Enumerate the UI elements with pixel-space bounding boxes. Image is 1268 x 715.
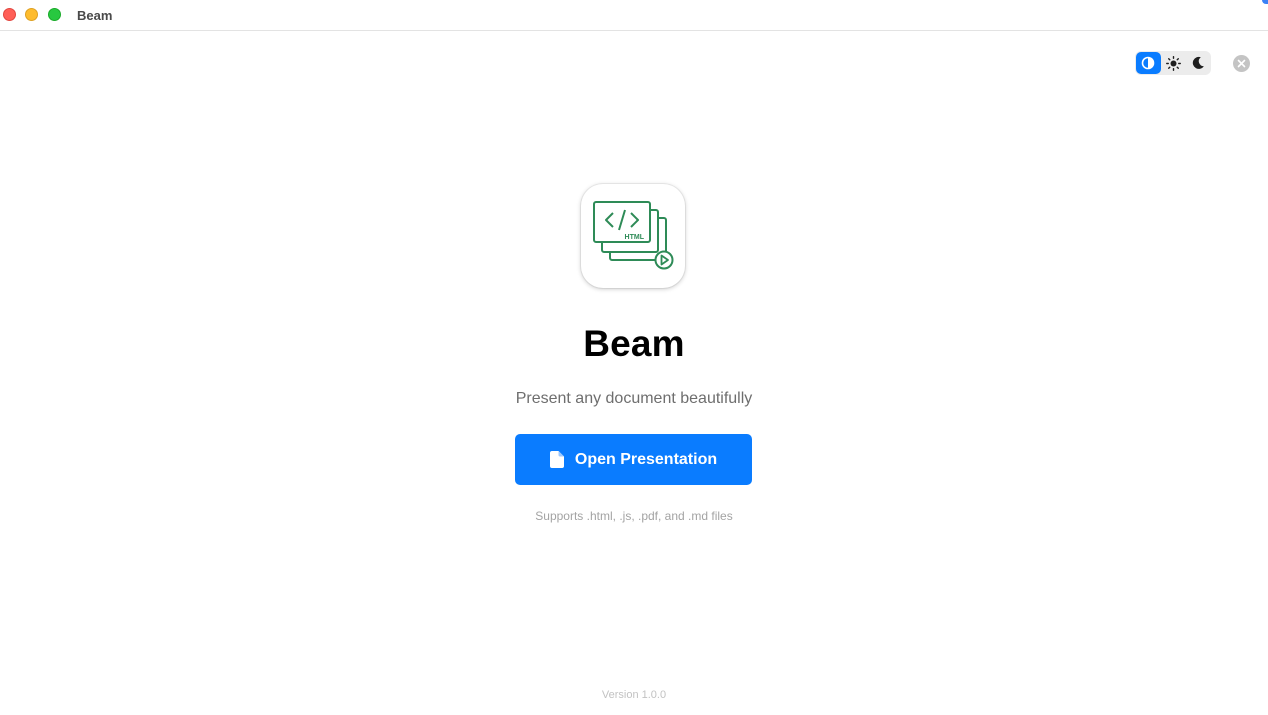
theme-toggle [1135,51,1211,75]
window-title: Beam [77,8,113,23]
app-title: Beam [583,323,685,364]
open-presentation-button[interactable]: Open Presentation [515,434,752,485]
theme-system-button[interactable] [1136,52,1161,74]
version-text: Version 1.0.0 [601,689,667,701]
app-tagline: Present any document beautifully [515,390,753,407]
theme-light-button[interactable] [1161,52,1186,74]
title-bar[interactable]: Beam [0,0,1268,31]
corner-accent [1262,0,1268,4]
app-window: Beam HTML Beam Present any document beau… [0,0,1268,715]
window-zoom-button[interactable] [48,8,61,21]
open-presentation-label: Open Presentation [574,450,718,468]
html-slides-play-icon: HTML [593,201,674,270]
moon-icon [1192,56,1204,69]
window-minimize-button[interactable] [25,8,38,21]
sun-icon [1165,55,1181,71]
close-icon [1237,59,1246,68]
dismiss-button[interactable] [1233,55,1250,72]
app-icon: HTML [581,184,685,288]
supported-formats-text: Supports .html, .js, .pdf, and .md files [535,509,733,523]
theme-dark-button[interactable] [1185,52,1210,74]
document-icon [549,451,564,468]
html-badge-text: HTML [625,234,645,241]
window-close-button[interactable] [3,8,16,21]
half-circle-icon [1142,56,1155,70]
